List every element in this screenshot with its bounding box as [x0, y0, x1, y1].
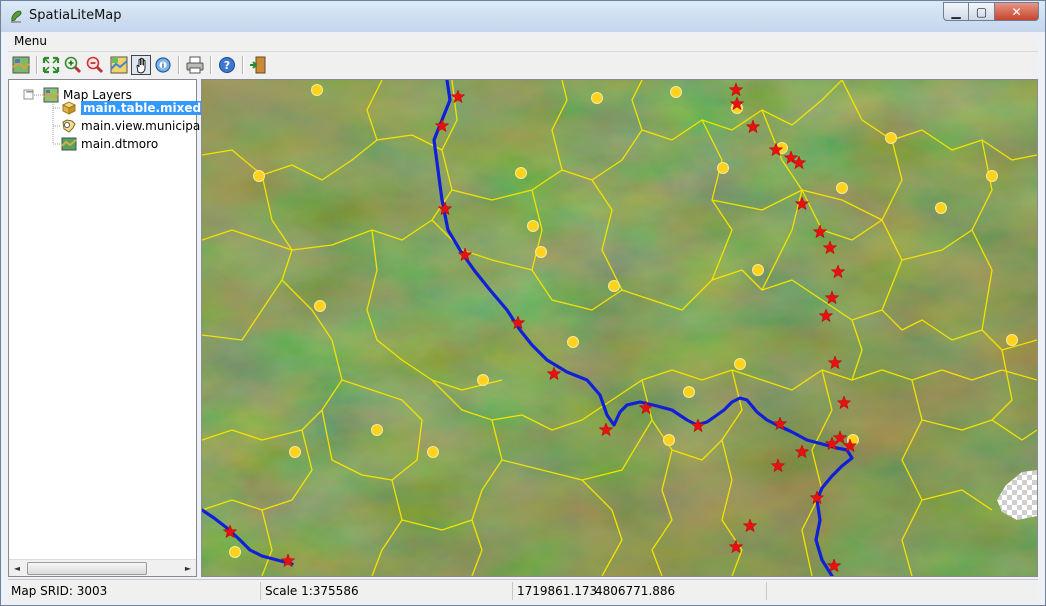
- status-bar: Map SRID: 3003 Scale 1:375586 1719861.17…: [8, 579, 1038, 602]
- layer-view-icon: [62, 119, 76, 133]
- zoom-out-icon: [86, 56, 104, 74]
- exit-button[interactable]: [248, 55, 268, 75]
- map-layers-icon: [12, 56, 30, 74]
- zoom-out-button[interactable]: [85, 55, 105, 75]
- map-view-button[interactable]: [109, 55, 129, 75]
- tree-collapse-toggle[interactable]: −: [25, 87, 34, 99]
- tree-node-layer-3[interactable]: main.dtmoro: [61, 136, 158, 152]
- tree-node-layer-2[interactable]: main.view.municipal: [61, 118, 204, 134]
- minimize-button[interactable]: ▁: [943, 2, 969, 21]
- layer-geometry-icon: [61, 101, 77, 115]
- status-srid: Map SRID: 3003: [11, 584, 108, 598]
- identify-button[interactable]: i: [153, 55, 173, 75]
- map-view[interactable]: [202, 80, 1037, 576]
- scroll-thumb[interactable]: [27, 562, 147, 575]
- menu-item-menu[interactable]: Menu: [14, 34, 47, 48]
- window-title: SpatiaLiteMap: [29, 8, 122, 23]
- help-icon: ?: [219, 57, 235, 73]
- tree-node-label: main.view.municipal: [81, 119, 204, 133]
- tree-horizontal-scrollbar[interactable]: ◄ ►: [9, 559, 196, 576]
- app-window: SpatiaLiteMap ▁ ▢ ✕ Menu i ? − Map Layer…: [0, 0, 1046, 606]
- status-coord-y: 4806771.886: [595, 584, 676, 598]
- status-coord-x: 1719861.173: [517, 584, 598, 598]
- zoom-in-button[interactable]: [63, 55, 83, 75]
- layer-raster-icon: [61, 137, 77, 151]
- map-view-icon: [110, 56, 128, 74]
- svg-text:i: i: [162, 62, 164, 70]
- tree-node-label: main.table.mixed: [81, 101, 204, 115]
- help-button[interactable]: ?: [217, 55, 237, 75]
- identify-icon: i: [155, 57, 171, 73]
- zoom-in-icon: [64, 56, 82, 74]
- status-scale: Scale 1:375586: [265, 584, 359, 598]
- zoom-full-extent-button[interactable]: [41, 55, 61, 75]
- app-icon: [11, 10, 22, 23]
- scroll-left-button[interactable]: ◄: [9, 560, 25, 576]
- map-canvas[interactable]: [201, 79, 1038, 577]
- toolbar: i ?: [8, 52, 1038, 78]
- svg-text:?: ?: [224, 59, 230, 72]
- map-layers-icon: [43, 87, 59, 103]
- print-button[interactable]: [185, 55, 205, 75]
- pan-hand-icon: [136, 57, 146, 74]
- terrain-relief: [202, 80, 1037, 576]
- scroll-right-button[interactable]: ►: [180, 560, 196, 576]
- zoom-full-extent-icon: [42, 56, 60, 74]
- close-button[interactable]: ✕: [995, 2, 1039, 21]
- pan-button[interactable]: [131, 55, 151, 75]
- map-layers-button[interactable]: [11, 55, 31, 75]
- print-icon: [186, 56, 204, 74]
- layer-tree-panel: − Map Layers main.table.mixed main.view.…: [8, 79, 204, 577]
- title-bar[interactable]: SpatiaLiteMap ▁ ▢ ✕: [1, 1, 1045, 32]
- maximize-button[interactable]: ▢: [969, 2, 995, 21]
- tree-node-label: main.dtmoro: [81, 137, 159, 151]
- menu-bar: Menu: [8, 33, 1038, 52]
- window-controls: ▁ ▢ ✕: [943, 2, 1039, 22]
- tree-node-layer-1[interactable]: main.table.mixed: [61, 100, 204, 116]
- exit-icon: [250, 56, 266, 74]
